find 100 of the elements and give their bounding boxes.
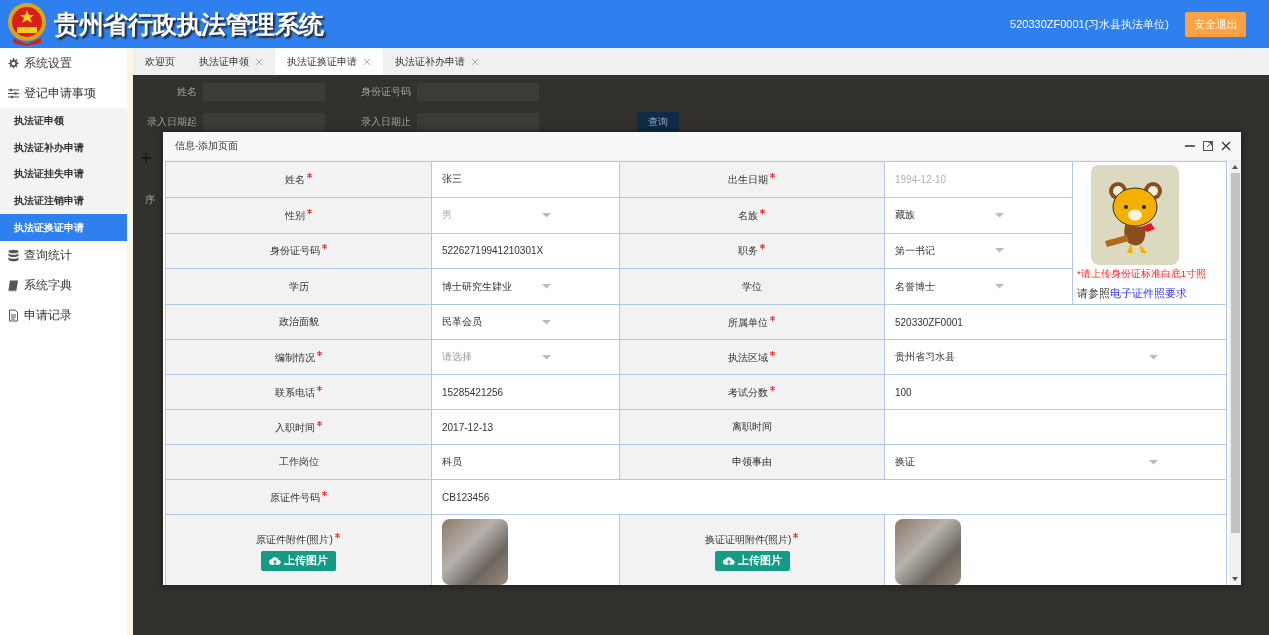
tab[interactable]: 执法证申领 <box>187 48 275 75</box>
search-label: 录入日期起 <box>146 115 197 129</box>
text-field[interactable]: 科员 <box>432 445 619 479</box>
select-field[interactable]: 第一书记 <box>885 233 1072 268</box>
sidebar-subitem[interactable]: 执法证补办申请 <box>0 134 127 162</box>
required-icon <box>320 243 328 251</box>
field-label: 执法区域 <box>728 351 776 363</box>
photo-guide-text: 请参照电子证件照要求 <box>1077 287 1188 301</box>
required-icon <box>305 207 313 215</box>
tab[interactable]: 执法证补办申请 <box>383 48 491 75</box>
select-field[interactable]: 博士研究生肄业 <box>432 269 619 304</box>
select-field[interactable]: 藏族 <box>885 198 1072 233</box>
field-label: 申领事由 <box>732 456 772 467</box>
photo-hint: *请上传身份证标准白底1寸照 <box>1077 268 1207 281</box>
scrollbar-thumb[interactable] <box>1230 173 1240 533</box>
table-header: 序 <box>145 193 155 207</box>
caret-icon <box>995 248 1004 254</box>
caret-icon <box>542 354 551 360</box>
database-icon <box>7 249 20 263</box>
sidebar-subitem[interactable]: 执法证申领 <box>0 108 127 135</box>
search-label: 姓名 <box>176 85 197 99</box>
sidebar-subitem[interactable]: 执法证换证申请 <box>0 214 127 241</box>
field-label: 入职时间 <box>274 421 323 433</box>
field-label: 职务 <box>738 245 766 257</box>
sliders-icon <box>7 86 20 100</box>
field-label: 姓名 <box>284 173 313 185</box>
caret-icon <box>542 319 551 325</box>
required-icon <box>792 532 800 539</box>
field-label: 学历 <box>288 280 309 292</box>
caret-icon <box>542 284 551 290</box>
emblem-icon <box>5 2 49 46</box>
text-field[interactable]: 52262719941210301X <box>432 233 619 268</box>
sidebar-item[interactable]: 申请记录 <box>0 300 127 331</box>
search-field[interactable] <box>203 113 325 131</box>
required-icon <box>769 171 776 179</box>
text-field[interactable]: 15285421256 <box>432 375 619 409</box>
search-label: 录入日期止 <box>360 115 411 129</box>
tab[interactable]: 欢迎页 <box>133 48 187 75</box>
field-label: 考试分数 <box>728 386 776 398</box>
field-label: 工作岗位 <box>278 456 319 467</box>
scroll-down-icon[interactable] <box>1232 577 1238 581</box>
field-label: 出生日期 <box>728 173 776 185</box>
scrollbar[interactable] <box>1229 161 1241 585</box>
upload-button[interactable]: 上传图片 <box>261 551 336 571</box>
cloud-upload-icon <box>269 556 281 566</box>
photo-placeholder <box>895 518 961 585</box>
document-icon <box>7 309 20 323</box>
scroll-up-icon[interactable] <box>1232 165 1238 169</box>
select-field[interactable]: 贵州省习水县 <box>885 340 1226 374</box>
search-label: 身份证号码 <box>360 85 411 99</box>
sidebar-item[interactable]: 查询统计 <box>0 240 127 271</box>
field-label: 学位 <box>742 280 762 292</box>
field-label: 原证件附件(照片) <box>256 532 341 547</box>
sidebar-item[interactable]: 登记申请事项 <box>0 78 127 108</box>
required-icon <box>769 314 776 322</box>
sidebar-subitem[interactable]: 执法证注销申请 <box>0 187 127 215</box>
field-label: 政治面貌 <box>278 316 319 327</box>
select-field[interactable]: 换证 <box>885 445 1226 479</box>
required-icon <box>315 419 323 427</box>
required-icon <box>305 171 313 179</box>
required-icon <box>759 207 766 215</box>
plus-icon[interactable] <box>141 153 151 163</box>
field-label: 所属单位 <box>728 316 776 328</box>
sidebar-item[interactable]: 系统设置 <box>0 48 127 78</box>
text-field[interactable]: 2017-12-13 <box>432 410 619 444</box>
maximize-icon[interactable] <box>1203 141 1213 151</box>
field-label: 离职时间 <box>732 421 772 432</box>
caret-icon <box>1149 354 1158 360</box>
required-icon <box>320 489 328 497</box>
required-icon <box>315 384 323 392</box>
cloud-upload-icon <box>722 556 735 566</box>
caret-icon <box>995 212 1004 218</box>
search-field[interactable] <box>417 113 539 131</box>
sidebar-item[interactable]: 系统字典 <box>0 270 127 301</box>
close-icon[interactable] <box>1221 141 1231 151</box>
photo-requirements-link[interactable]: 电子证件照要求 <box>1110 287 1187 299</box>
required-icon <box>333 532 341 539</box>
upload-button[interactable]: 上传图片 <box>714 551 790 571</box>
text-field[interactable]: 100 <box>885 375 1226 409</box>
field-label: 换证证明附件(照片) <box>704 532 800 547</box>
sidebar-subitem[interactable]: 执法证挂失申请 <box>0 161 127 188</box>
field-label: 联系电话 <box>274 386 323 398</box>
field-label: 身份证号码 <box>269 245 328 257</box>
tab[interactable]: 执法证换证申请 <box>275 48 383 75</box>
required-icon <box>315 349 323 357</box>
search-button[interactable]: 查询 <box>637 112 679 132</box>
text-field[interactable]: CB123456 <box>432 480 1226 514</box>
book-icon <box>7 279 20 293</box>
user-info: 520330ZF0001(习水县执法单位) <box>1010 16 1169 32</box>
gear-icon <box>7 56 20 70</box>
select-field[interactable]: 名誉博士 <box>885 269 1072 304</box>
text-field[interactable]: 520330ZF0001 <box>885 305 1226 339</box>
photo-placeholder <box>442 518 508 585</box>
required-icon <box>769 384 776 392</box>
text-field[interactable]: 张三 <box>432 162 619 197</box>
select-field[interactable]: 民革会员 <box>432 305 619 339</box>
dialog-title: 信息-添加页面 <box>175 139 239 153</box>
app-title: 贵州省行政执法管理系统 <box>54 8 324 40</box>
required-icon <box>759 243 766 251</box>
caret-icon <box>1149 459 1158 465</box>
